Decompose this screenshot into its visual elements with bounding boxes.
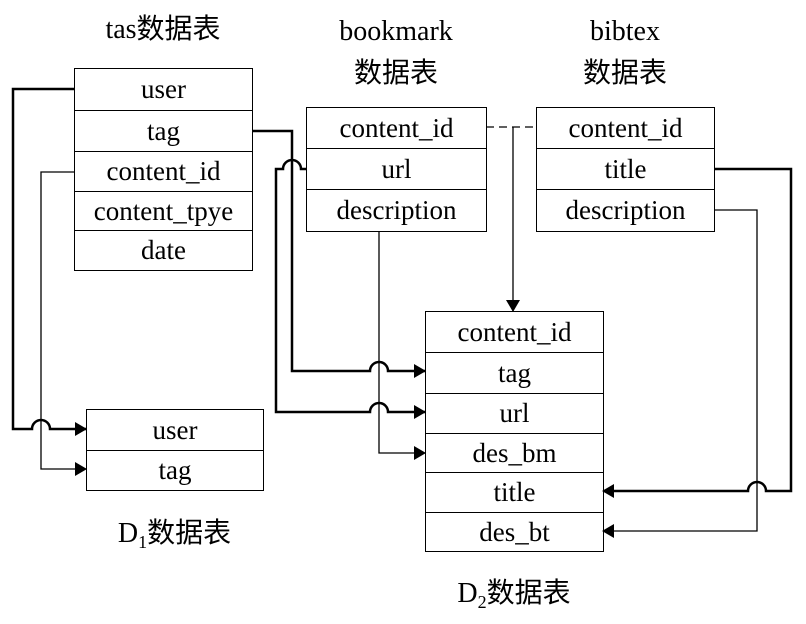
- connector-lines: [11, 87, 793, 538]
- connector-bibtex-desc-to-d2-desbt: [602, 209, 758, 538]
- connector-bibtex-title-to-d2-title: [602, 167, 793, 498]
- connector-bookmark-url-to-d2-url: [274, 158, 426, 419]
- connector-tas-user-to-d1-user: [11, 87, 87, 436]
- connector-bookmark-desc-to-d2-desbm: [378, 231, 426, 460]
- connector-tas-tag-to-d2-tag: [252, 129, 426, 378]
